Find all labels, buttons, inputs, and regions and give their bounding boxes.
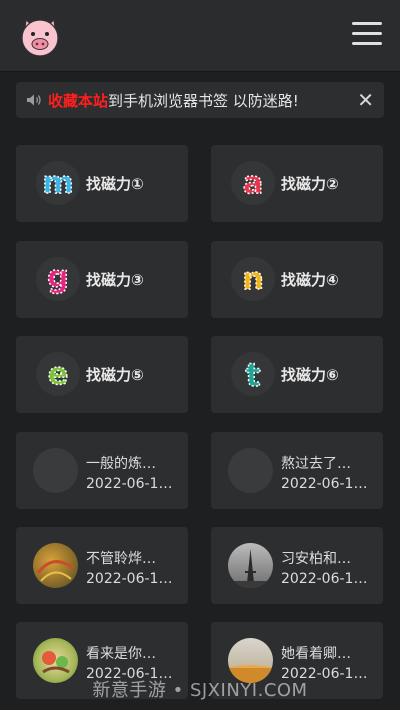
pig-logo-icon[interactable] [18,14,62,58]
notice-highlight: 收藏本站 [48,91,109,110]
hamburger-menu-icon[interactable] [352,22,382,48]
speaker-icon [26,93,42,107]
magnet-link-card-6[interactable]: t 找磁力⑥ [211,336,383,413]
letter-g-icon: g [36,257,80,301]
letter-a-icon: a [231,161,275,205]
post-card[interactable]: 习安柏和… 2022-06-1… [211,527,383,604]
svg-text:e: e [48,357,68,392]
magnet-link-card-2[interactable]: a 找磁力② [211,145,383,222]
card-title: 找磁力⑥ [281,366,339,384]
magnet-link-card-4[interactable]: n 找磁力④ [211,241,383,318]
magnet-link-card-3[interactable]: g 找磁力③ [16,241,188,318]
letter-n-icon: n [231,257,275,301]
site-watermark: 新意手游 • SJXINYI.COM [92,680,308,701]
header [0,0,400,72]
post-date: 2022-06-1… [281,571,368,587]
svg-text:m: m [42,166,73,201]
post-date: 2022-06-1… [86,571,173,587]
post-date: 2022-06-1… [281,476,368,492]
close-icon[interactable]: ✕ [357,89,374,111]
svg-text:g: g [47,260,68,295]
letter-m-icon: m [36,161,80,205]
post-title: 看来是你… [86,646,156,662]
post-title: 习安柏和… [281,551,351,567]
letter-e-icon: e [36,352,80,396]
post-title: 熬过去了… [281,456,351,472]
card-title: 找磁力③ [86,271,144,289]
magnet-link-card-5[interactable]: e 找磁力⑤ [16,336,188,413]
post-card[interactable]: 熬过去了… 2022-06-1… [211,432,383,509]
svg-text:a: a [243,166,263,201]
post-avatar [228,448,273,493]
post-card[interactable]: 不管聆烨… 2022-06-1… [16,527,188,604]
post-title: 不管聆烨… [86,551,156,567]
notice-text: 到手机浏览器书签 以防迷路! [108,91,299,110]
post-title: 她看着卿… [281,646,351,662]
post-avatar [33,543,78,588]
card-title: 找磁力⑤ [86,366,144,384]
post-date: 2022-06-1… [86,476,173,492]
bookmark-notice: 收藏本站 到手机浏览器书签 以防迷路! ✕ [16,82,384,118]
post-title: 一般的炼… [86,456,156,472]
post-avatar [228,543,273,588]
card-title: 找磁力④ [281,271,339,289]
svg-text:n: n [242,262,263,297]
letter-t-icon: t [231,352,275,396]
card-title: 找磁力② [281,175,339,193]
card-title: 找磁力① [86,175,144,193]
post-card[interactable]: 一般的炼… 2022-06-1… [16,432,188,509]
post-avatar [33,448,78,493]
svg-text:t: t [245,356,260,394]
magnet-link-card-1[interactable]: m 找磁力① [16,145,188,222]
